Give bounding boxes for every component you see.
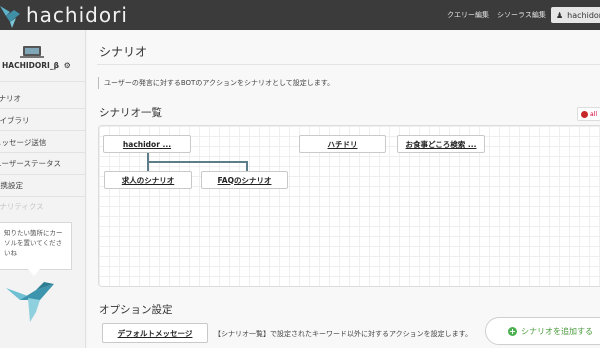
brand-logo[interactable]: hachidori [0, 0, 128, 30]
title-divider [97, 64, 600, 65]
scenario-node-recruitment[interactable]: 求人のシナリオ [104, 171, 192, 189]
sidebar-divider [0, 130, 86, 131]
hummingbird-logo-icon [0, 6, 20, 28]
scenario-list-title: シナリオ一覧 [99, 107, 162, 119]
tooltip-arrow [28, 269, 40, 276]
sidebar-item-analytics: アナリティクス [0, 202, 44, 211]
sidebar-item-integration[interactable]: 連携設定 [0, 180, 79, 191]
sidebar-item-message-send[interactable]: メッセージ送信 [0, 137, 80, 148]
main-content: シナリオ ユーザーの発言に対するBOTのアクションをシナリオとして設定します。 … [87, 30, 600, 348]
default-message-button[interactable]: デフォルトメッセージ [102, 323, 208, 343]
top-bar: hachidori クエリー編集 シソーラス編集 ♟ hachidori [0, 0, 600, 30]
help-tooltip: 知りたい箇所にカーソルを置いてくださいね [0, 222, 72, 270]
options-title: オプション設定 [99, 304, 173, 316]
scenario-filter-badge-label: all [590, 110, 598, 118]
sidebar-divider [0, 81, 86, 82]
page-title: シナリオ [99, 45, 148, 59]
sidebar-item-scenario[interactable]: シナリオ [0, 93, 77, 104]
sidebar-item-library[interactable]: ライブラリ [0, 115, 78, 126]
sidebar-divider [0, 174, 86, 175]
laptop-icon [20, 46, 44, 58]
sidebar-divider [0, 108, 86, 109]
plus-icon: + [508, 326, 517, 336]
brand-name: hachidori [26, 3, 128, 27]
page-description: ユーザーの発言に対するBOTのアクションをシナリオとして設定します。 [98, 77, 334, 89]
scenario-node-restaurant-search[interactable]: お食事どころ検索 ... [397, 135, 485, 153]
sidebar: HACHIDORI_β ⚙ シナリオ ライブラリ メッセージ送信 ユーザーステー… [0, 30, 86, 348]
add-scenario-label: シナリオを追加する [521, 326, 593, 336]
scenario-canvas[interactable]: hachidor ... 求人のシナリオ FAQのシナリオ ハチドリ お食事どこ… [98, 125, 600, 287]
account-name-label: HACHIDORI_β [2, 61, 59, 70]
user-menu-button[interactable]: ♟ hachidori [551, 7, 600, 23]
nav-query-edit[interactable]: クエリー編集 [447, 0, 489, 30]
sidebar-divider [0, 196, 86, 197]
account-name[interactable]: HACHIDORI_β ⚙ [2, 61, 71, 70]
connector-line [147, 161, 248, 163]
hummingbird-mascot-icon [6, 282, 54, 322]
gear-icon[interactable]: ⚙ [64, 61, 71, 70]
user-icon: ♟ [556, 10, 564, 20]
scenario-filter-badge[interactable]: all [577, 107, 600, 121]
user-name: hachidori [567, 10, 600, 20]
sidebar-divider [0, 152, 86, 153]
scenario-node-faq[interactable]: FAQのシナリオ [201, 171, 288, 189]
scenario-node-hachidor[interactable]: hachidor ... [103, 135, 191, 153]
record-dot-icon [581, 110, 588, 118]
scenario-node-hachidori[interactable]: ハチドリ [299, 135, 386, 153]
sidebar-item-user-status[interactable]: ユーザーステータス [0, 158, 80, 169]
default-message-description: 【シナリオ一覧】で設定されたキーワード以外に対するアクションを設定します。 [214, 330, 472, 338]
nav-thesaurus-edit[interactable]: シソーラス編集 [497, 0, 546, 30]
add-scenario-button[interactable]: + シナリオを追加する [485, 317, 600, 345]
